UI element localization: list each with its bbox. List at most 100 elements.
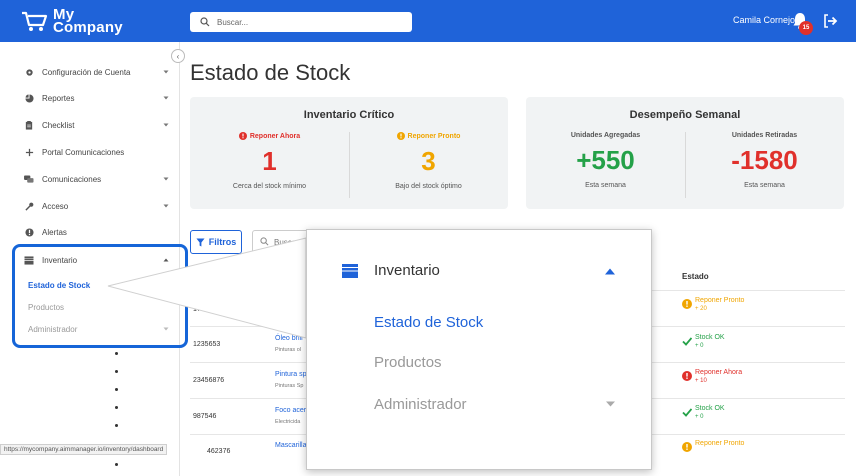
sidebar-item-acceso[interactable]: Acceso xyxy=(0,196,180,216)
product-name-link[interactable]: Óleo brill xyxy=(275,335,303,342)
column-header-sku[interactable]: SKU xyxy=(193,272,210,281)
status-delta: + 0 xyxy=(695,343,704,349)
ellipsis-dot xyxy=(115,388,118,391)
filters-label: Filtros xyxy=(208,237,237,247)
units-added-sub: Esta semana xyxy=(585,182,626,189)
highlight-box xyxy=(12,244,188,348)
critical-inventory-card: Inventario Crítico Reponer Ahora 1 Cerca… xyxy=(190,97,508,209)
status-text: Reponer Ahora xyxy=(695,369,743,376)
sidebar-item-alertas[interactable]: Alertas xyxy=(0,222,180,242)
product-name-link[interactable]: Foco acer xyxy=(275,407,306,414)
logout-icon[interactable] xyxy=(822,13,838,29)
sidebar-item-configuracion[interactable]: Configuración de Cuenta xyxy=(0,62,180,82)
product-category: Pinturas ol xyxy=(275,347,301,353)
units-added-column: Unidades Agregadas +550 Esta semana xyxy=(526,132,685,189)
ellipsis-dot xyxy=(115,406,118,409)
search-input[interactable] xyxy=(217,17,407,27)
product-category: Electricida xyxy=(275,419,301,425)
sidebar-item-portal-comunicaciones[interactable]: Portal Comunicaciones xyxy=(0,142,180,162)
gear-icon xyxy=(24,67,34,77)
weekly-performance-card: Desempeño Semanal Unidades Agregadas +55… xyxy=(526,97,844,209)
chevron-down-icon xyxy=(606,401,615,407)
status-text: Reponer Pronto xyxy=(695,297,745,304)
sku-cell: 1235653 xyxy=(193,341,221,348)
restock-soon-text: Reponer Pronto xyxy=(407,132,461,140)
ellipsis-dot xyxy=(115,352,118,355)
zoom-subitem-estado-stock[interactable]: Estado de Stock xyxy=(374,314,483,331)
top-header: My Company Camila Cornejo 15 xyxy=(0,0,856,42)
chevron-down-icon xyxy=(163,204,169,208)
sidebar-item-label: Alertas xyxy=(42,227,67,237)
restock-now-column: Reponer Ahora 1 Cerca del stock mínimo xyxy=(190,132,349,190)
restock-soon-value: 3 xyxy=(421,146,436,176)
status-delta: + 0 xyxy=(695,414,704,420)
units-added-value: +550 xyxy=(576,145,635,175)
column-header-status[interactable]: Estado xyxy=(682,272,709,281)
company-logo[interactable]: My Company xyxy=(20,7,123,36)
chevron-up-icon xyxy=(605,268,615,275)
card-title: Desempeño Semanal xyxy=(629,109,741,121)
logo-line-2: Company xyxy=(53,19,123,36)
status-cell: Reponer Ahora + 10 xyxy=(682,368,742,385)
sidebar-item-comunicaciones[interactable]: Comunicaciones xyxy=(0,169,180,189)
table-search-placeholder: Buscar xyxy=(274,237,299,247)
chat-icon xyxy=(24,174,34,184)
restock-now-label: Reponer Ahora xyxy=(190,132,349,140)
units-removed-value: -1580 xyxy=(731,145,798,175)
units-removed-label: Unidades Retiradas xyxy=(731,132,798,139)
product-name-link[interactable]: Pintura sp xyxy=(275,371,307,378)
alert-circle-icon xyxy=(396,132,405,140)
sidebar-item-label: Portal Comunicaciones xyxy=(42,147,125,157)
search-icon xyxy=(198,15,212,29)
status-cell: Stock OK + 0 xyxy=(682,333,725,350)
sidebar-item-label: Acceso xyxy=(42,201,69,211)
product-category: Pinturas Sp xyxy=(275,383,304,389)
sidebar-item-label: Reportes xyxy=(42,93,75,103)
ellipsis-dot xyxy=(115,424,118,427)
table-search-input[interactable]: Buscar xyxy=(252,230,314,254)
check-icon xyxy=(682,337,692,346)
sidebar-item-label: Comunicaciones xyxy=(42,174,102,184)
filters-button[interactable]: Filtros xyxy=(190,230,242,254)
global-search[interactable] xyxy=(190,12,412,32)
restock-soon-label: Reponer Pronto xyxy=(349,132,508,140)
status-delta: + 10 xyxy=(695,378,707,384)
cart-icon xyxy=(22,11,48,31)
sidebar-collapse-button[interactable]: ‹ xyxy=(171,49,185,63)
app-frame: My Company Camila Cornejo 15 ‹ Configura… xyxy=(0,0,856,476)
status-delta: + 20 xyxy=(695,306,707,312)
restock-now-value: 1 xyxy=(262,146,277,176)
zoom-subitem-administrador[interactable]: Administrador xyxy=(374,396,467,413)
product-name-link[interactable]: Mascarilla xyxy=(275,442,307,449)
alert-circle-icon xyxy=(238,132,247,140)
zoom-inventory-label[interactable]: Inventario xyxy=(374,262,440,279)
chevron-down-icon xyxy=(163,96,169,100)
sku-cell: 987546 xyxy=(193,413,217,420)
chevron-down-icon xyxy=(163,177,169,181)
sidebar-item-checklist[interactable]: Checklist xyxy=(0,115,180,135)
units-removed-sub: Esta semana xyxy=(744,182,785,189)
zoom-subitem-productos[interactable]: Productos xyxy=(374,354,442,371)
key-icon xyxy=(24,201,34,211)
notification-badge: 15 xyxy=(799,21,813,35)
units-added-label: Unidades Agregadas xyxy=(570,132,641,139)
sku-cell: 462376 xyxy=(207,448,231,455)
restock-soon-column: Reponer Pronto 3 Bajo del stock óptimo xyxy=(349,132,508,190)
zoom-overlay: Inventario Estado de Stock Productos Adm… xyxy=(306,229,652,470)
filter-icon xyxy=(196,237,205,247)
chevron-down-icon xyxy=(163,70,169,74)
sidebar-item-reportes[interactable]: Reportes xyxy=(0,88,180,108)
search-icon xyxy=(260,236,269,248)
restock-now-sub: Cerca del stock mínimo xyxy=(232,183,307,190)
status-text: Reponer Pronto xyxy=(695,440,745,447)
ellipsis-dot xyxy=(115,370,118,373)
units-removed-column: Unidades Retiradas -1580 Esta semana xyxy=(685,132,844,189)
sidebar-item-label: Checklist xyxy=(42,120,75,130)
logo-text: My Company xyxy=(53,7,123,36)
check-icon xyxy=(682,408,692,417)
status-cell: Stock OK + 0 xyxy=(682,404,725,421)
status-bar-url: https://mycompany.aimmanager.io/inventor… xyxy=(0,444,168,455)
sku-cell: 174185 xyxy=(193,306,217,313)
user-name[interactable]: Camila Cornejo xyxy=(733,15,795,25)
clipboard-icon xyxy=(24,120,34,130)
